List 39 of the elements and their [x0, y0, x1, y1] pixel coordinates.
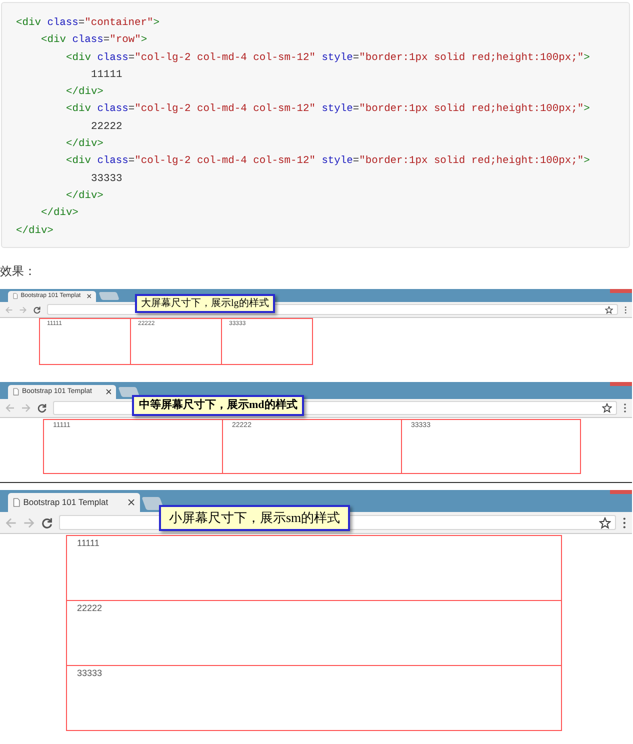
close-icon[interactable] — [86, 294, 91, 299]
new-tab-button[interactable] — [118, 386, 140, 397]
grid-column: 22222 — [66, 600, 562, 666]
close-icon[interactable] — [128, 499, 135, 506]
page-icon — [13, 293, 18, 300]
code-line: <div class="col-lg-2 col-md-4 col-sm-12" style="border:1px solid red;height:100px;"> — [66, 102, 590, 118]
code-line: 22222 — [91, 120, 122, 135]
page-icon — [13, 388, 19, 396]
new-tab-button[interactable] — [142, 496, 164, 510]
code-line: <div class="col-lg-2 col-md-4 col-sm-12" style="border:1px solid red;height:100px;"> — [66, 154, 590, 170]
grid-column: 33333 — [66, 665, 562, 731]
reload-icon[interactable] — [37, 403, 47, 413]
tab-title: Bootstrap 101 Templat — [23, 496, 110, 510]
callout-tooltip: 大屏幕尺寸下，展示lg的样式 — [135, 294, 275, 313]
code-line: <div class="row"> — [41, 33, 148, 48]
menu-icon[interactable] — [624, 306, 627, 314]
code-line: <div class="container"> — [16, 16, 160, 31]
code-line: </div> — [66, 188, 104, 204]
reload-icon[interactable] — [41, 516, 53, 528]
page-icon — [13, 498, 20, 508]
code-line: </div> — [66, 85, 104, 100]
code-line: </div> — [41, 206, 78, 222]
code-line: </div> — [66, 137, 104, 152]
code-line: 33333 — [91, 172, 122, 187]
callout-tooltip: 小屏幕尺寸下，展示sm的样式 — [159, 505, 350, 531]
code-line: 11111 — [91, 68, 122, 83]
browser-tab[interactable]: Bootstrap 101 Templat — [8, 493, 140, 512]
star-icon[interactable] — [602, 403, 612, 413]
reload-icon[interactable] — [33, 306, 41, 314]
close-icon[interactable] — [106, 389, 111, 395]
grid-column: 11111 — [66, 535, 562, 601]
star-icon[interactable] — [599, 516, 612, 528]
code-line: <div class="col-lg-2 col-md-4 col-sm-12" style="border:1px solid red;height:100px;"> — [66, 50, 590, 66]
menu-icon[interactable] — [622, 516, 627, 528]
callout-tooltip: 中等屏幕尺寸下，展示md的样式 — [132, 395, 304, 416]
menu-icon[interactable] — [623, 403, 627, 413]
star-icon[interactable] — [604, 306, 613, 314]
result-label: 效果： — [0, 264, 36, 278]
code-line: </div> — [16, 224, 54, 239]
